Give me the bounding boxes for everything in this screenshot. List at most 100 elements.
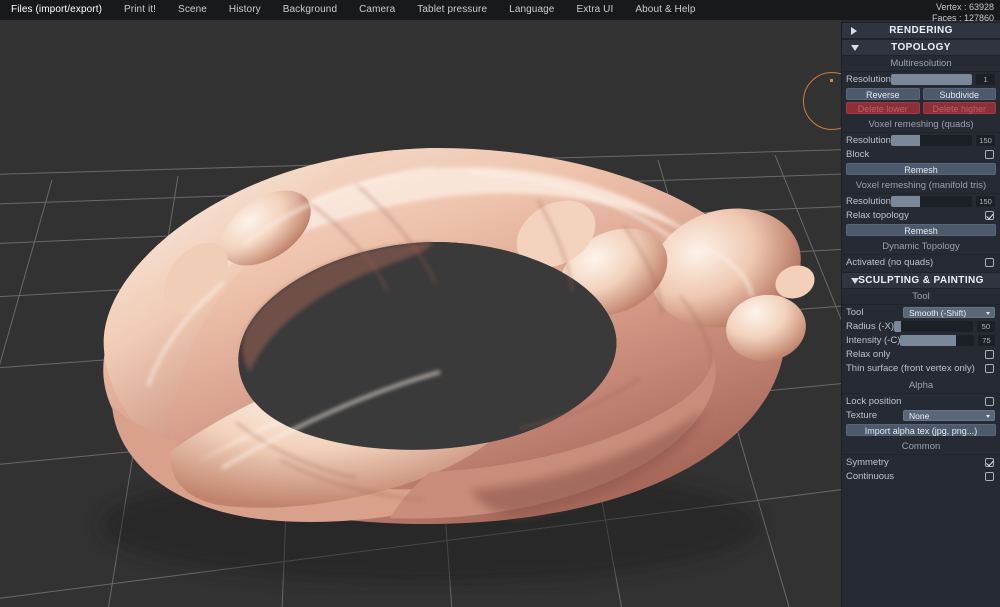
voxel-tris-resolution-fill — [890, 196, 921, 207]
menu-tablet-pressure[interactable]: Tablet pressure — [406, 0, 498, 20]
lock-position-label: Lock position — [846, 396, 902, 407]
intensity-fill — [900, 335, 957, 346]
multires-button-row-1: Reverse Subdivide — [842, 88, 1000, 100]
menu-scene[interactable]: Scene — [167, 0, 218, 20]
subsection-common: Common — [842, 439, 1000, 455]
sculpted-model — [100, 147, 815, 583]
symmetry-row: Symmetry — [842, 456, 1000, 469]
multires-resolution-label: Resolution — [846, 74, 891, 85]
relax-topology-checkbox[interactable] — [985, 211, 994, 220]
voxel-quads-resolution-fill — [890, 135, 921, 146]
voxel-tris-resolution-row: Resolution 150 — [842, 195, 1000, 208]
section-rendering-title: RENDERING — [889, 25, 953, 36]
voxel-quads-block-row: Block — [842, 148, 1000, 161]
relax-only-label: Relax only — [846, 349, 891, 360]
radius-fill — [894, 321, 902, 332]
menu-print[interactable]: Print it! — [113, 0, 167, 20]
voxel-quads-resolution-slider[interactable] — [890, 135, 973, 146]
texture-dropdown-value: None — [909, 411, 930, 421]
3d-viewport[interactable] — [0, 20, 841, 607]
faces-count: Faces : 127860 — [931, 13, 994, 23]
chevron-down-icon — [986, 312, 990, 315]
thin-surface-row: Thin surface (front vertex only) — [842, 362, 1000, 375]
voxel-quads-resolution-label: Resolution — [846, 135, 891, 146]
relax-topology-label: Relax topology — [846, 210, 909, 221]
relax-only-checkbox[interactable] — [985, 350, 994, 359]
continuous-label: Continuous — [846, 471, 895, 482]
symmetry-label: Symmetry — [846, 457, 889, 468]
menu-camera[interactable]: Camera — [348, 0, 406, 20]
radius-value[interactable]: 50 — [976, 321, 995, 332]
multires-resolution-row: Resolution 1 — [842, 73, 1000, 86]
section-topology-title: TOPOLOGY — [891, 42, 951, 53]
voxel-tris-resolution-slider[interactable] — [890, 196, 973, 207]
subsection-dynamic-topology: Dynamic Topology — [842, 239, 1000, 255]
voxel-quads-resolution-row: Resolution 150 — [842, 134, 1000, 147]
remesh-tris-button[interactable]: Remesh — [846, 224, 996, 236]
import-alpha-tex-button[interactable]: Import alpha tex (jpg, png...) — [846, 424, 996, 436]
remesh-quads-button[interactable]: Remesh — [846, 163, 996, 175]
sculptgl-app: Files (import/export) Print it! Scene Hi… — [0, 0, 1000, 607]
voxel-quads-resolution-value[interactable]: 150 — [976, 135, 995, 146]
vertex-count: Vertex : 63928 — [935, 2, 994, 12]
subsection-voxel-quads: Voxel remeshing (quads) — [842, 117, 1000, 133]
intensity-slider[interactable] — [900, 335, 974, 346]
intensity-row: Intensity (-C) 75 — [842, 334, 1000, 347]
menu-about-help[interactable]: About & Help — [624, 0, 706, 20]
section-rendering[interactable]: RENDERING — [842, 22, 1000, 39]
radius-row: Radius (-X) 50 — [842, 320, 1000, 333]
texture-dropdown[interactable]: None — [903, 410, 995, 421]
delete-higher-button[interactable]: Delete higher — [922, 102, 996, 114]
chevron-down-icon — [851, 277, 859, 284]
relax-only-row: Relax only — [842, 348, 1000, 361]
subdivide-button[interactable]: Subdivide — [922, 88, 996, 100]
tool-select-row: Tool Smooth (-Shift) — [842, 306, 1000, 319]
multires-button-row-2: Delete lower Delete higher — [842, 102, 1000, 114]
menu-files[interactable]: Files (import/export) — [0, 0, 113, 20]
relax-topology-row: Relax topology — [842, 209, 1000, 222]
menu-history[interactable]: History — [218, 0, 272, 20]
continuous-checkbox[interactable] — [985, 472, 994, 481]
thin-surface-label: Thin surface (front vertex only) — [846, 363, 975, 374]
radius-label: Radius (-X) — [846, 321, 895, 332]
subsection-voxel-tris: Voxel remeshing (manifold tris) — [842, 178, 1000, 194]
section-sculpting-title: SCULPTING & PAINTING — [858, 275, 984, 286]
voxel-tris-resolution-label: Resolution — [846, 196, 891, 207]
continuous-row: Continuous — [842, 470, 1000, 483]
menu-language[interactable]: Language — [498, 0, 565, 20]
tool-dropdown[interactable]: Smooth (-Shift) — [903, 307, 995, 318]
dyntopo-activated-row: Activated (no quads) — [842, 256, 1000, 269]
lock-position-checkbox[interactable] — [985, 397, 994, 406]
subsection-multiresolution: Multiresolution — [842, 56, 1000, 72]
subsection-alpha: Alpha — [842, 378, 1000, 394]
block-checkbox[interactable] — [985, 150, 994, 159]
multires-resolution-fill — [890, 74, 973, 85]
texture-label: Texture — [846, 410, 878, 421]
subsection-tool: Tool — [842, 289, 1000, 305]
voxel-tris-resolution-value[interactable]: 150 — [976, 196, 995, 207]
chevron-down-icon — [986, 415, 990, 418]
section-topology[interactable]: TOPOLOGY — [842, 39, 1000, 56]
texture-row: Texture None — [842, 409, 1000, 422]
delete-lower-button[interactable]: Delete lower — [846, 102, 920, 114]
block-label: Block — [846, 149, 870, 160]
sidebar-panel: RENDERING TOPOLOGY Multiresolution Resol… — [841, 22, 1000, 607]
section-sculpting-painting[interactable]: SCULPTING & PAINTING — [842, 272, 1000, 289]
mesh-stats: Vertex : 63928 Faces : 127860 — [841, 0, 1000, 24]
radius-slider[interactable] — [894, 321, 973, 332]
multires-resolution-slider[interactable] — [890, 74, 973, 85]
dyntopo-activated-label: Activated (no quads) — [846, 257, 934, 268]
chevron-right-icon — [851, 26, 857, 35]
reverse-button[interactable]: Reverse — [846, 88, 920, 100]
lock-position-row: Lock position — [842, 395, 1000, 408]
tool-label: Tool — [846, 307, 864, 318]
menu-extra-ui[interactable]: Extra UI — [565, 0, 624, 20]
menu-background[interactable]: Background — [272, 0, 348, 20]
intensity-label: Intensity (-C) — [846, 335, 901, 346]
tool-dropdown-value: Smooth (-Shift) — [909, 308, 967, 318]
thin-surface-checkbox[interactable] — [985, 364, 994, 373]
symmetry-checkbox[interactable] — [985, 458, 994, 467]
dyntopo-activated-checkbox[interactable] — [985, 258, 994, 267]
intensity-value[interactable]: 75 — [977, 335, 995, 346]
multires-resolution-value[interactable]: 1 — [976, 74, 995, 85]
